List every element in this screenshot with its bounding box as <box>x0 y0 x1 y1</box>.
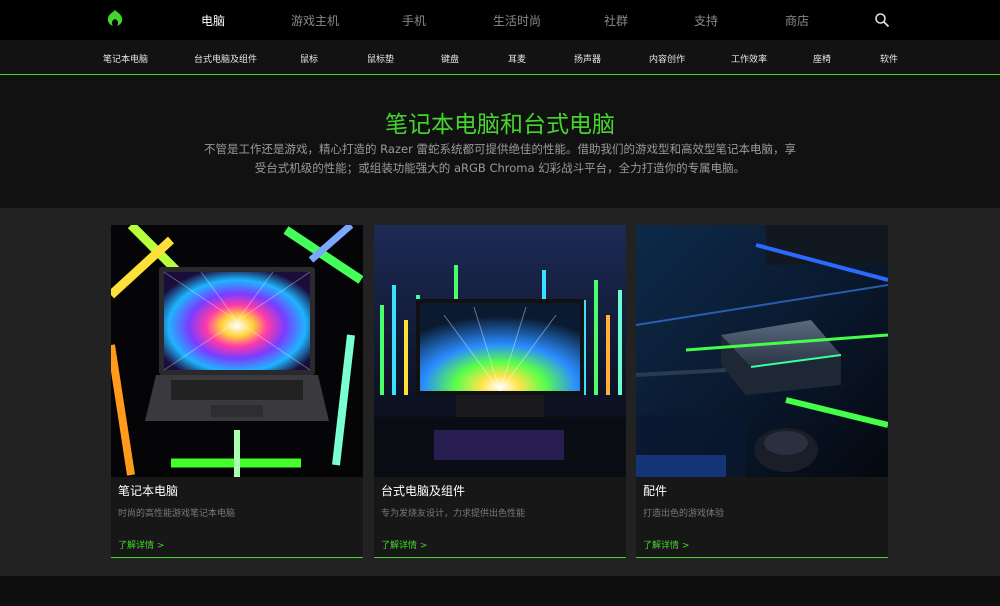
footer-band <box>0 576 1000 606</box>
subnav-headsets[interactable]: 耳麦 <box>508 52 526 65</box>
desktop-monitor-image <box>374 225 626 477</box>
page-description-line-2: 受台式机级的性能；或组装功能强大的 aRGB Chroma 幻彩战斗平台，全力打… <box>254 161 746 175</box>
nav-item-mobile[interactable]: 手机 <box>402 12 426 29</box>
category-card-desktops[interactable]: 台式电脑及组件 专为发烧友设计，力求提供出色性能 了解详情 > <box>374 225 626 558</box>
accessories-image <box>636 225 888 477</box>
subnav-desktops[interactable]: 台式电脑及组件 <box>194 52 257 65</box>
subnav-speakers[interactable]: 扬声器 <box>574 52 601 65</box>
subnav-mousemats[interactable]: 鼠标垫 <box>367 52 394 65</box>
nav-item-store[interactable]: 商店 <box>785 12 809 29</box>
nav-item-community[interactable]: 社群 <box>604 12 628 29</box>
category-card-laptops[interactable]: 笔记本电脑 时尚的高性能游戏笔记本电脑 了解详情 > <box>111 225 363 558</box>
card-subtitle: 打造出色的游戏体验 <box>643 509 725 519</box>
nav-item-lifestyle[interactable]: 生活时尚 <box>493 12 541 29</box>
learn-more-link[interactable]: 了解详情 > <box>118 538 164 551</box>
subnav-chairs[interactable]: 座椅 <box>813 52 831 65</box>
learn-more-link[interactable]: 了解详情 > <box>643 538 689 551</box>
subnav-laptops[interactable]: 笔记本电脑 <box>103 52 148 65</box>
razer-logo-icon[interactable] <box>103 8 127 32</box>
card-subtitle: 专为发烧友设计，力求提供出色性能 <box>381 509 526 519</box>
search-icon[interactable] <box>874 12 890 28</box>
card-title: 台式电脑及组件 <box>381 484 466 498</box>
learn-more-link[interactable]: 了解详情 > <box>381 538 427 551</box>
subnav-software[interactable]: 软件 <box>880 52 898 65</box>
subnav-keyboards[interactable]: 键盘 <box>441 52 459 65</box>
card-title: 笔记本电脑 <box>118 484 179 498</box>
page-title: 笔记本电脑和台式电脑 <box>385 112 615 138</box>
subnav-mice[interactable]: 鼠标 <box>300 52 318 65</box>
subnav-content-creation[interactable]: 内容创作 <box>649 52 685 65</box>
page-description: 不管是工作还是游戏，精心打造的 Razer 雷蛇系统都可提供绝佳的性能。借助我们… <box>190 140 810 178</box>
card-subtitle: 时尚的高性能游戏笔记本电脑 <box>118 509 236 519</box>
nav-item-computers[interactable]: 电脑 <box>201 12 225 29</box>
page-description-line-1: 不管是工作还是游戏，精心打造的 Razer 雷蛇系统都可提供绝佳的性能。借助我们… <box>204 142 796 156</box>
laptop-image <box>111 225 363 477</box>
subnav-productivity[interactable]: 工作效率 <box>731 52 767 65</box>
hero-section: 笔记本电脑和台式电脑 不管是工作还是游戏，精心打造的 Razer 雷蛇系统都可提… <box>0 76 1000 208</box>
nav-item-support[interactable]: 支持 <box>694 12 718 29</box>
card-title: 配件 <box>643 484 668 498</box>
category-subnav: 笔记本电脑 台式电脑及组件 鼠标 鼠标垫 键盘 耳麦 扬声器 内容创作 工作效率… <box>0 40 1000 75</box>
category-card-accessories[interactable]: 配件 打造出色的游戏体验 了解详情 > <box>636 225 888 558</box>
nav-item-consoles[interactable]: 游戏主机 <box>291 12 339 29</box>
top-navigation: 电脑 游戏主机 手机 生活时尚 社群 支持 商店 <box>0 0 1000 40</box>
